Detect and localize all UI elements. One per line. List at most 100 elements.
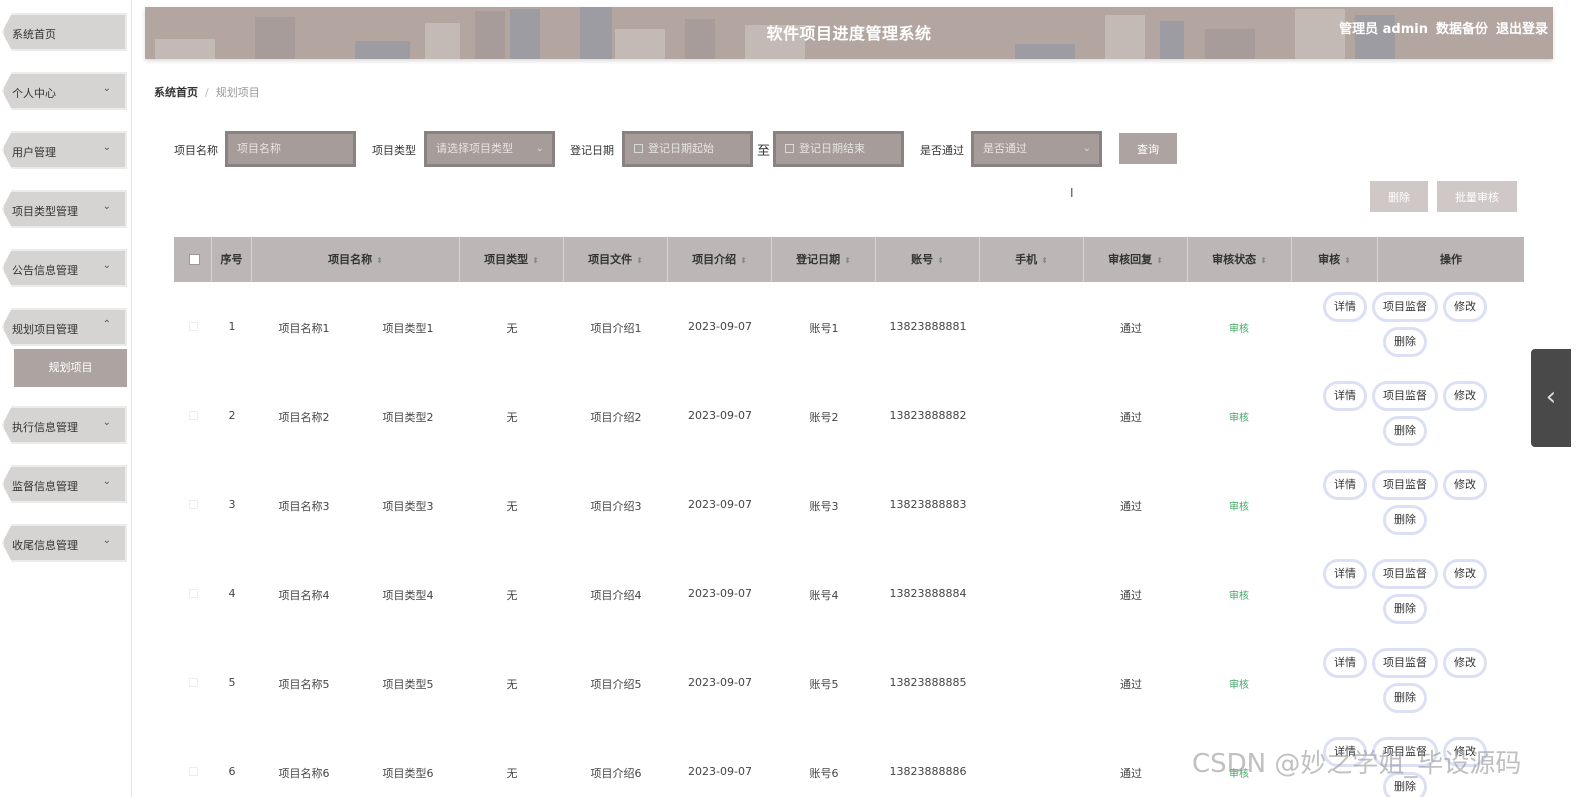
edit-button[interactable]: 修改 xyxy=(1443,292,1487,322)
sidebar-subitem-planned-projects[interactable]: 规划项目 xyxy=(14,349,127,387)
table-cell-account: 账号2 xyxy=(809,411,839,424)
table-cell-status: 通过 xyxy=(1120,411,1142,424)
column-header[interactable]: 手机 ⬍ xyxy=(980,237,1084,282)
sidebar-item-closing[interactable]: 收尾信息管理 ⌄ xyxy=(2,524,127,562)
table-cell-phone: 13823888885 xyxy=(889,676,967,689)
column-header-label: 手机 xyxy=(1015,253,1038,266)
batch-audit-button[interactable]: 批量审核 xyxy=(1437,181,1517,212)
date-start-input[interactable]: 登记日期起始 xyxy=(622,131,753,167)
table-cell-file: 无 xyxy=(506,678,518,691)
sort-icon[interactable]: ⬍ xyxy=(1344,256,1351,265)
audit-link[interactable]: 审核 xyxy=(1199,498,1279,513)
table-cell-file: 无 xyxy=(506,589,518,602)
query-button[interactable]: 查询 xyxy=(1119,133,1177,164)
sort-icon[interactable]: ⬍ xyxy=(1260,256,1267,265)
table-row: 4 项目名称4 项目类型4 无项目介绍4 2023-09-07 账号4 1382388888… xyxy=(174,549,1524,638)
edit-button[interactable]: 修改 xyxy=(1443,648,1487,678)
header-select-all-cell xyxy=(174,237,212,282)
supervise-button[interactable]: 项目监督 xyxy=(1372,470,1438,500)
pass-status-select[interactable]: 是否通过 ⌄ xyxy=(971,131,1102,167)
sort-icon[interactable]: ⬍ xyxy=(636,256,643,265)
chevron-left-icon[interactable]: ‹ xyxy=(1531,349,1571,447)
table-cell-name: 项目名称1 xyxy=(278,322,330,335)
table-cell-name: 项目名称2 xyxy=(278,411,330,424)
table-cell-account: 账号4 xyxy=(809,589,839,602)
sidebar-item-label: 项目类型管理 xyxy=(12,205,78,218)
audit-link[interactable]: 审核 xyxy=(1199,676,1279,691)
sort-icon[interactable]: ⬍ xyxy=(532,256,539,265)
table-cell-file: 无 xyxy=(506,322,518,335)
audit-link[interactable]: 审核 xyxy=(1199,409,1279,424)
table-cell-phone: 13823888882 xyxy=(889,409,967,422)
project-type-select[interactable]: 请选择项目类型 ⌄ xyxy=(424,131,555,167)
delete-button[interactable]: 删除 xyxy=(1383,416,1427,446)
table-cell-name: 项目名称6 xyxy=(278,767,330,780)
edit-button[interactable]: 修改 xyxy=(1443,470,1487,500)
column-header[interactable]: 账号 ⬍ xyxy=(876,237,980,282)
sort-icon[interactable]: ⬍ xyxy=(376,256,383,265)
table-cell-intro: 项目介绍4 xyxy=(590,589,642,602)
audit-link[interactable]: 审核 xyxy=(1199,320,1279,335)
delete-button[interactable]: 删除 xyxy=(1383,505,1427,535)
edit-button[interactable]: 修改 xyxy=(1443,559,1487,589)
admin-user-label[interactable]: 管理员 admin xyxy=(1339,22,1428,37)
column-header[interactable]: 项目类型 ⬍ xyxy=(460,237,564,282)
column-header[interactable]: 审核状态 ⬍ xyxy=(1188,237,1292,282)
project-type-placeholder: 请选择项目类型 xyxy=(436,142,513,155)
table-cell-file: 无 xyxy=(506,411,518,424)
sort-icon[interactable]: ⬍ xyxy=(740,256,747,265)
supervise-button[interactable]: 项目监督 xyxy=(1372,292,1438,322)
column-header[interactable]: 登记日期 ⬍ xyxy=(772,237,876,282)
table-cell-file: 无 xyxy=(506,767,518,780)
sort-icon[interactable]: ⬍ xyxy=(937,256,944,265)
detail-button[interactable]: 详情 xyxy=(1323,648,1367,678)
text-cursor-icon: I xyxy=(1070,186,1074,200)
project-type-label: 项目类型 xyxy=(372,144,416,157)
delete-button[interactable]: 删除 xyxy=(1383,683,1427,713)
column-header[interactable]: 项目介绍 ⬍ xyxy=(668,237,772,282)
calendar-icon xyxy=(785,144,794,153)
supervise-button[interactable]: 项目监督 xyxy=(1372,648,1438,678)
table-cell-type: 项目类型1 xyxy=(382,322,434,335)
detail-button[interactable]: 详情 xyxy=(1323,381,1367,411)
sort-icon[interactable]: ⬍ xyxy=(844,256,851,265)
sidebar-item-home[interactable]: 系统首页 xyxy=(2,13,127,51)
audit-link[interactable]: 审核 xyxy=(1199,587,1279,602)
sidebar-item-execution[interactable]: 执行信息管理 ⌄ xyxy=(2,406,127,444)
sidebar-item-supervision[interactable]: 监督信息管理 ⌄ xyxy=(2,465,127,503)
supervise-button[interactable]: 项目监督 xyxy=(1372,381,1438,411)
sidebar-item-project-types[interactable]: 项目类型管理 ⌄ xyxy=(2,190,127,228)
bulk-delete-button[interactable]: 删除 xyxy=(1370,181,1428,212)
table-cell-name: 项目名称5 xyxy=(278,678,330,691)
detail-button[interactable]: 详情 xyxy=(1323,470,1367,500)
column-header[interactable]: 审核回复 ⬍ xyxy=(1084,237,1188,282)
breadcrumb-home[interactable]: 系统首页 xyxy=(154,86,198,99)
delete-button[interactable]: 删除 xyxy=(1383,594,1427,624)
column-header[interactable]: 项目名称 ⬍ xyxy=(252,237,460,282)
date-start-placeholder: 登记日期起始 xyxy=(648,142,714,155)
data-backup-link[interactable]: 数据备份 xyxy=(1436,22,1488,37)
chevron-down-icon: ⌄ xyxy=(1082,143,1091,154)
date-range-separator: 至 xyxy=(757,144,771,159)
sidebar-item-notices[interactable]: 公告信息管理 ⌄ xyxy=(2,249,127,287)
sort-icon[interactable]: ⬍ xyxy=(1156,256,1163,265)
sidebar-item-planning[interactable]: 规划项目管理 ⌃ xyxy=(2,308,127,346)
delete-button[interactable]: 删除 xyxy=(1383,327,1427,357)
edit-button[interactable]: 修改 xyxy=(1443,381,1487,411)
sidebar-item-users[interactable]: 用户管理 ⌄ xyxy=(2,131,127,169)
column-header[interactable]: 审核 ⬍ xyxy=(1292,237,1378,282)
select-all-checkbox[interactable] xyxy=(189,254,200,265)
date-end-input[interactable]: 登记日期结束 xyxy=(773,131,904,167)
table-cell-account: 账号5 xyxy=(809,678,839,691)
table-cell-type: 项目类型6 xyxy=(382,767,434,780)
sidebar-item-label: 执行信息管理 xyxy=(12,421,78,434)
detail-button[interactable]: 详情 xyxy=(1323,292,1367,322)
supervise-button[interactable]: 项目监督 xyxy=(1372,559,1438,589)
sidebar-item-personal[interactable]: 个人中心 ⌄ xyxy=(2,72,127,110)
detail-button[interactable]: 详情 xyxy=(1323,559,1367,589)
logout-link[interactable]: 退出登录 xyxy=(1496,22,1548,37)
project-name-input[interactable]: 项目名称 xyxy=(225,131,356,167)
sort-icon[interactable]: ⬍ xyxy=(1041,256,1048,265)
table-cell-status: 通过 xyxy=(1120,678,1142,691)
column-header[interactable]: 项目文件 ⬍ xyxy=(564,237,668,282)
